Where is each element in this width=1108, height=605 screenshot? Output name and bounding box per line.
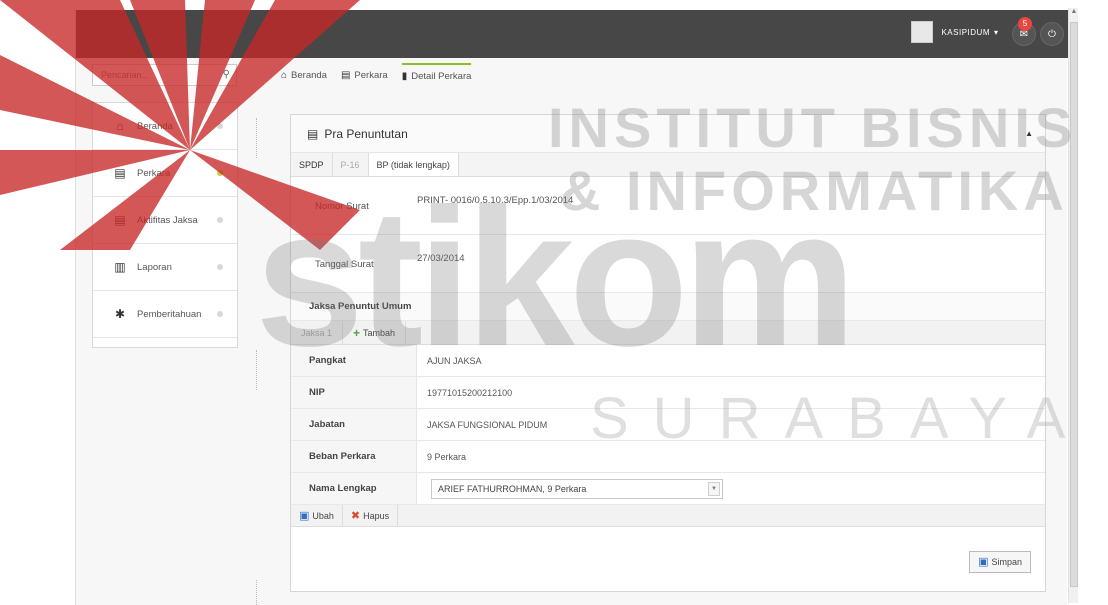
sidebar-item-label: Perkara (137, 167, 171, 179)
floppy-icon: ▣ (299, 509, 310, 522)
sidebar-item-label: Pemberitahuan (137, 308, 202, 320)
sidebar-item-label: Laporan (137, 261, 172, 273)
sidebar-item-aktifitas-jaksa[interactable]: ▤ Aktifitas Jaksa (93, 197, 237, 244)
app-window: KASIPIDUM ▾ ✉ 5 ⏻ ⚲ ⌂ Beranda ▤ Perkara … (75, 10, 1068, 605)
document-icon: ▮ (401, 70, 408, 82)
user-name: KASIPIDUM (941, 27, 990, 37)
detail-value: AJUN JAKSA (427, 356, 482, 366)
breadcrumb-label: Detail Perkara (411, 70, 472, 82)
search-input[interactable] (93, 65, 211, 85)
detail-label: Pangkat (291, 345, 417, 376)
detail-label: Jabatan (291, 409, 417, 440)
user-menu[interactable]: KASIPIDUM ▾ (911, 21, 998, 43)
nama-lengkap-select[interactable]: ARIEF FATHURROHMAN, 9 Perkara ▼ (431, 479, 723, 499)
sidebar-item-label: Beranda (137, 120, 173, 132)
page-scrollbar[interactable]: ▲ (1068, 8, 1078, 603)
logout-button[interactable]: ⏻ (1040, 22, 1064, 46)
sidebar-item-perkara[interactable]: ▤ Perkara (93, 150, 237, 197)
chevron-down-icon: ▾ (993, 27, 998, 37)
layout-guide (256, 118, 257, 158)
add-jaksa-button[interactable]: + Tambah (343, 321, 407, 344)
scroll-up-icon[interactable]: ▲ (1069, 8, 1079, 20)
sidebar-item-pemberitahuan[interactable]: ✱ Pemberitahuan (93, 291, 237, 338)
sidebar: ⌂ Beranda ▤ Perkara ▤ Aktifitas Jaksa ▥ … (92, 102, 238, 348)
tanggal-surat-row: Tanggal Surat 27/03/2014 (291, 235, 1045, 293)
tab-jaksa-1[interactable]: Jaksa 1 (291, 321, 344, 344)
collapse-icon[interactable]: ▲ (1025, 129, 1033, 138)
panel-header: ▤ Pra Penuntutan (291, 115, 1045, 153)
nomor-surat-row: Nomor Surat PRINT- 0016/0.5.10.3/Epp.1/0… (291, 177, 1045, 235)
power-icon: ⏻ (1048, 28, 1056, 40)
sidebar-item-beranda[interactable]: ⌂ Beranda (93, 103, 237, 150)
clipboard-icon: ▤ (307, 126, 319, 141)
layout-guide (256, 580, 257, 605)
status-dot (217, 264, 223, 270)
detail-row-jabatan: Jabatan JAKSA FUNGSIONAL PIDUM (291, 409, 1045, 441)
delete-x-icon: ✖ (350, 509, 361, 522)
clipboard-icon: ▤ (340, 69, 351, 81)
edit-button[interactable]: ▣ Ubah (291, 505, 343, 526)
delete-button[interactable]: ✖ Hapus (343, 505, 399, 526)
detail-label: Beban Perkara (291, 441, 417, 472)
breadcrumb: ⌂ Beranda ▤ Perkara ▮ Detail Perkara (281, 62, 472, 88)
tab-p16[interactable]: P-16 (333, 153, 369, 176)
detail-value: 9 Perkara (427, 452, 467, 462)
detail-row-nip: NIP 19771015200212100 (291, 377, 1045, 409)
megaphone-icon: ✱ (114, 307, 126, 321)
tanggal-surat-label: Tanggal Surat (315, 259, 374, 270)
home-icon: ⌂ (116, 119, 124, 133)
bar-chart-icon: ▥ (114, 260, 126, 274)
search-icon[interactable]: ⚲ (223, 69, 230, 80)
breadcrumb-label: Beranda (291, 69, 327, 81)
select-value: ARIEF FATHURROHMAN, 9 Perkara (438, 484, 587, 494)
sidebar-item-laporan[interactable]: ▥ Laporan (93, 244, 237, 291)
home-icon: ⌂ (281, 69, 288, 81)
search-box: ⚲ (92, 64, 237, 86)
jpu-section-title: Jaksa Penuntut Umum (291, 293, 1045, 321)
detail-value: 19771015200212100 (427, 388, 513, 398)
sidebar-item-label: Aktifitas Jaksa (137, 214, 198, 226)
plus-icon: + (353, 325, 361, 340)
clipboard-icon: ▤ (114, 213, 126, 227)
breadcrumb-detail-perkara: ▮ Detail Perkara (401, 62, 472, 82)
nomor-surat-value: PRINT- 0016/0.5.10.3/Epp.1/03/2014 (417, 195, 574, 206)
add-jaksa-label: Tambah (363, 327, 396, 338)
chevron-down-icon[interactable]: ▼ (708, 482, 720, 496)
floppy-icon: ▣ (978, 556, 989, 568)
status-dot (217, 217, 223, 223)
tanggal-surat-value: 27/03/2014 (417, 253, 465, 264)
panel-tabs: SPDP P-16 BP (tidak lengkap) (291, 153, 1045, 177)
save-button[interactable]: ▣ Simpan (969, 551, 1031, 573)
edit-label: Ubah (312, 510, 334, 521)
notification-badge: 5 (1018, 17, 1032, 31)
save-label: Simpan (991, 557, 1022, 567)
tab-spdp[interactable]: SPDP (291, 153, 333, 176)
detail-row-nama-lengkap: Nama Lengkap ARIEF FATHURROHMAN, 9 Perka… (291, 473, 1045, 505)
status-dot (217, 123, 223, 129)
breadcrumb-label: Perkara (354, 69, 388, 81)
breadcrumb-home[interactable]: ⌂ Beranda (281, 70, 327, 81)
delete-label: Hapus (363, 510, 390, 521)
detail-label: Nama Lengkap (291, 473, 417, 504)
top-navbar: KASIPIDUM ▾ ✉ 5 ⏻ (76, 10, 1068, 58)
clipboard-icon: ▤ (114, 166, 126, 180)
avatar (911, 21, 934, 43)
status-dot (217, 311, 223, 317)
pra-penuntutan-panel: ▤ Pra Penuntutan ▲ SPDP P-16 BP (tidak l… (290, 114, 1046, 592)
detail-value: JAKSA FUNGSIONAL PIDUM (427, 420, 548, 430)
nomor-surat-label: Nomor Surat (315, 201, 369, 212)
breadcrumb-perkara[interactable]: ▤ Perkara (341, 70, 388, 81)
scroll-thumb[interactable] (1070, 22, 1078, 587)
detail-label: NIP (291, 377, 417, 408)
action-bar: ▣ Ubah ✖ Hapus (291, 505, 1045, 527)
detail-row-pangkat: Pangkat AJUN JAKSA (291, 345, 1045, 377)
detail-row-beban-perkara: Beban Perkara 9 Perkara (291, 441, 1045, 473)
panel-title: Pra Penuntutan (324, 126, 408, 141)
status-dot (217, 170, 223, 176)
layout-guide (256, 350, 257, 390)
jaksa-subtabs: Jaksa 1 + Tambah (291, 321, 1045, 345)
tab-bp-tidak-lengkap[interactable]: BP (tidak lengkap) (368, 153, 459, 176)
